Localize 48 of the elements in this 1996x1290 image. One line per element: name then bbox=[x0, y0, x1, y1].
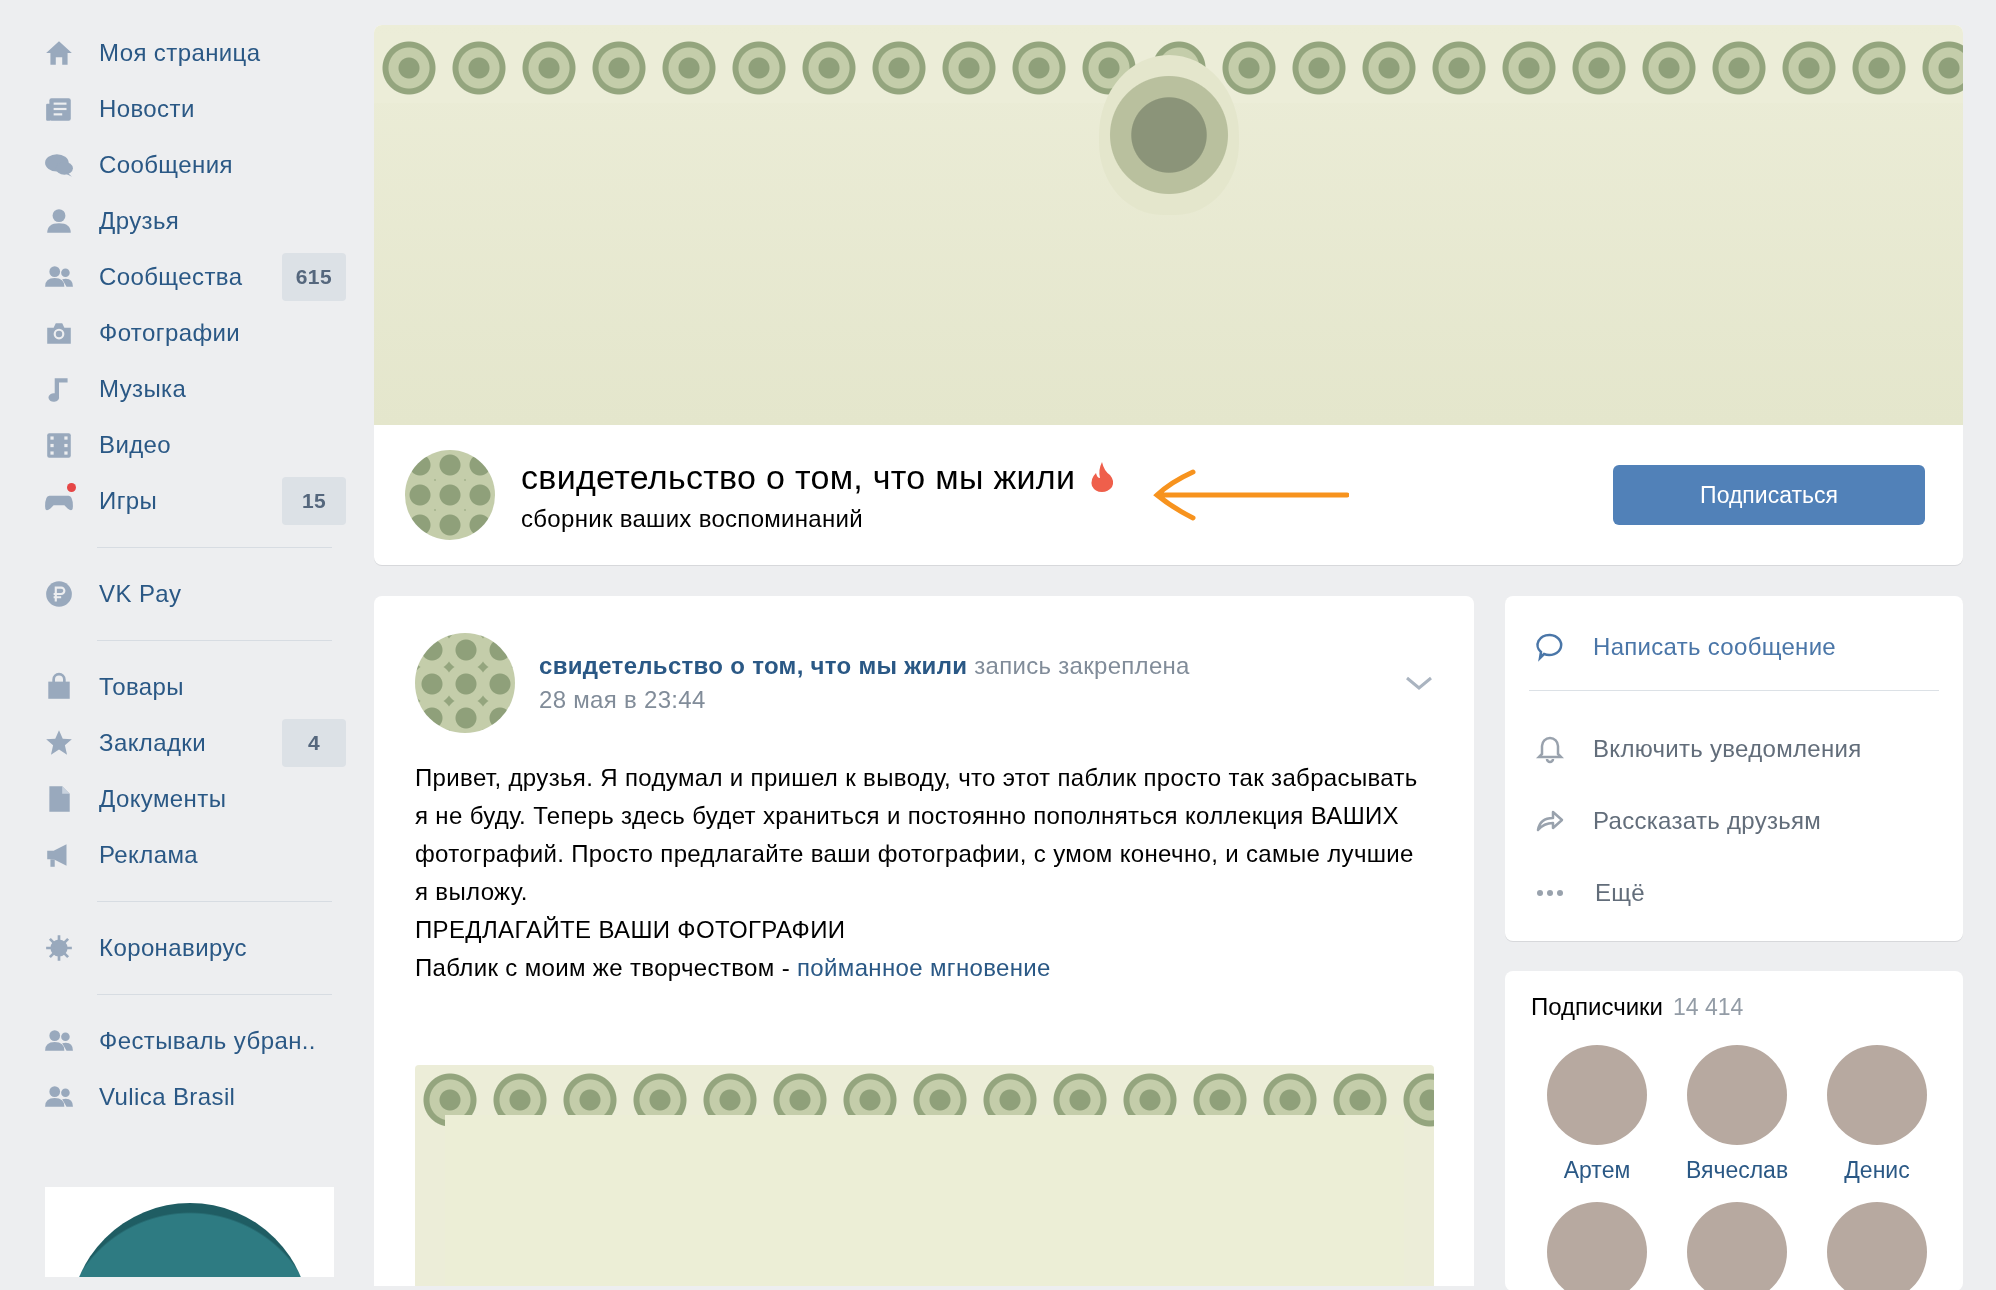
sidebar-item[interactable]: Видео bbox=[40, 417, 346, 473]
sidebar-item[interactable]: Друзья bbox=[40, 193, 346, 249]
post-text: Паблик с моим же творчеством - пойманное мгновение bbox=[415, 953, 1052, 983]
counter: 15 bbox=[282, 477, 346, 525]
chevron-down-icon[interactable] bbox=[1404, 674, 1434, 692]
post-text: ПРЕДЛАГАЙТЕ ВАШИ ФОТОГРАФИИ bbox=[415, 915, 847, 945]
sidebar-item[interactable]: VK Pay bbox=[40, 566, 346, 622]
virus-icon bbox=[44, 933, 74, 963]
sidebar-item[interactable]: Игры 15 bbox=[40, 473, 346, 529]
sidebar-item[interactable]: Коронавирус bbox=[40, 920, 346, 976]
sidebar-item[interactable]: Документы bbox=[40, 771, 346, 827]
sidebar-item[interactable]: Фестываль убран.. bbox=[40, 1013, 346, 1069]
more-dots-icon bbox=[1537, 890, 1563, 896]
pinned-note: запись закреплена bbox=[974, 652, 1190, 679]
subscribers-count: 14 414 bbox=[1673, 994, 1744, 1020]
group-name: свидетельство о том, что мы жили bbox=[521, 457, 1076, 497]
ad-image[interactable] bbox=[45, 1187, 334, 1277]
sidebar-item[interactable]: Закладки 4 bbox=[40, 715, 346, 771]
post-date[interactable]: 28 мая в 23:44 bbox=[539, 686, 1380, 714]
sidebar-item[interactable]: Vulica Brasil bbox=[40, 1069, 346, 1125]
flame-icon bbox=[1089, 461, 1116, 493]
subscriber[interactable]: Денис bbox=[1807, 1045, 1947, 1184]
sidebar-item[interactable]: Сообщества 615 bbox=[40, 249, 346, 305]
group-status: сборник ваших воспоминаний bbox=[521, 504, 864, 533]
film-icon bbox=[44, 430, 74, 460]
post-text: Привет, друзья. Я подумал и пришел к выводу, что этот паблик просто так забрасывать я не буду. Теперь здесь будет храниться и постоянно пополняться коллекция ВАШИХ фотографий. Просто предлагайте ваши фотографии, с умом конечно, и самые лучшие я выложу. bbox=[415, 763, 1419, 907]
post-image[interactable] bbox=[415, 1065, 1434, 1286]
action-item[interactable]: Написать сообщение bbox=[1529, 608, 1939, 686]
sidebar-item[interactable]: Сообщения bbox=[40, 137, 346, 193]
ruble-coin-icon bbox=[44, 579, 74, 609]
subscribers-title[interactable]: Подписчики bbox=[1531, 993, 1664, 1020]
subscriber[interactable]: Вячеслав bbox=[1667, 1045, 1807, 1184]
sidebar-item[interactable]: Товары bbox=[40, 659, 346, 715]
sidebar-item[interactable]: Реклама bbox=[40, 827, 346, 883]
action-item[interactable]: Рассказать друзьям bbox=[1529, 785, 1939, 857]
author-link[interactable]: свидетельство о том, что мы жили bbox=[539, 652, 968, 679]
sidebar-item[interactable]: Музыка bbox=[40, 361, 346, 417]
sidebar-item[interactable]: Моя страница bbox=[40, 25, 346, 81]
counter: 4 bbox=[282, 719, 346, 767]
action-item[interactable]: Ещё bbox=[1529, 857, 1939, 929]
sidebar-item[interactable]: Фотографии bbox=[40, 305, 346, 361]
subscribe-button[interactable]: Подписаться bbox=[1613, 465, 1925, 525]
post-link[interactable]: пойманное мгновение bbox=[797, 954, 1051, 981]
sidebar-item[interactable]: Новости bbox=[40, 81, 346, 137]
action-item[interactable]: Включить уведомления bbox=[1529, 713, 1939, 785]
person-icon bbox=[44, 206, 74, 236]
subscriber[interactable]: Артем bbox=[1527, 1045, 1667, 1184]
counter: 615 bbox=[281, 253, 346, 301]
